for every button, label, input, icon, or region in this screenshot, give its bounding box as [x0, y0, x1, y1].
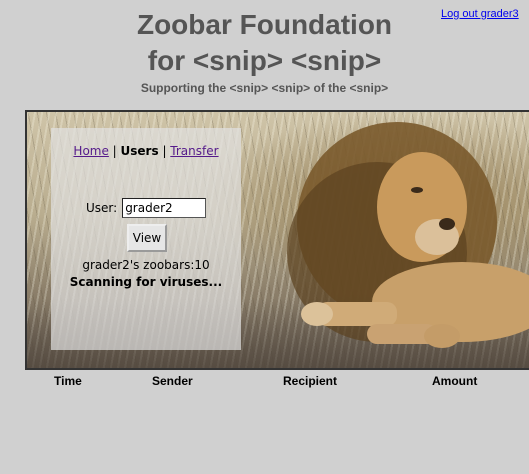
table-header-time: Time: [54, 374, 82, 388]
zoobars-balance: grader2's zoobars:10: [82, 258, 210, 272]
page-title-line2: for <snip> <snip>: [147, 45, 382, 76]
view-button[interactable]: View: [127, 224, 167, 252]
user-field-label: User:: [86, 201, 118, 215]
table-header-recipient: Recipient: [283, 374, 338, 388]
user-panel: Home | Users | Transfer User: View grade…: [51, 128, 241, 350]
nav-home-link[interactable]: Home: [73, 144, 108, 158]
page-title: Zoobar Foundation: [136, 9, 393, 40]
main-content-frame: Home | Users | Transfer User: View grade…: [25, 110, 529, 370]
user-lookup-form: User:: [86, 198, 207, 218]
page-subtitle: Supporting the <snip> <snip> of the <sni…: [140, 81, 389, 95]
nav-bar: Home | Users | Transfer: [51, 144, 241, 158]
user-input[interactable]: [122, 198, 207, 218]
table-header-amount: Amount: [432, 374, 478, 388]
nav-separator: |: [108, 144, 121, 158]
lion-image: [287, 122, 529, 348]
scan-status: Scanning for viruses...: [69, 275, 223, 289]
nav-separator: |: [158, 144, 171, 158]
nav-transfer-link[interactable]: Transfer: [170, 144, 218, 158]
table-header-sender: Sender: [152, 374, 193, 388]
nav-users-current: Users: [120, 144, 159, 158]
